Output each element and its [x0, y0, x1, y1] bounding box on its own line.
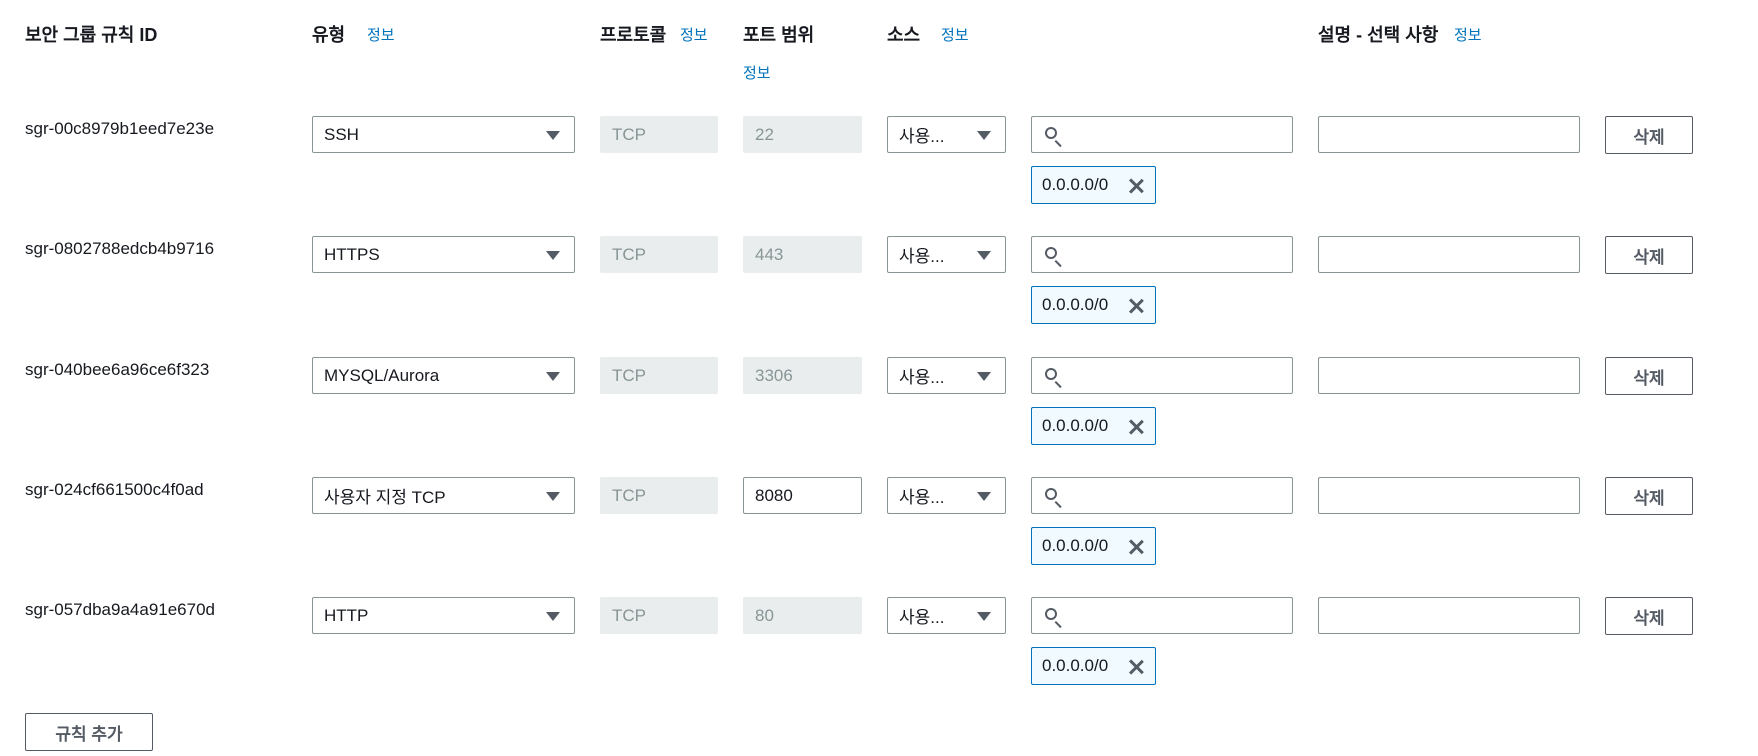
- description-input[interactable]: [1318, 236, 1580, 273]
- type-select[interactable]: SSH: [312, 116, 575, 153]
- search-icon: [1045, 368, 1057, 380]
- source-info-link[interactable]: 정보: [941, 24, 969, 45]
- source-search-input[interactable]: [1031, 236, 1293, 273]
- port-range-field: 3306: [743, 357, 862, 394]
- port-range-input[interactable]: 8080: [743, 477, 862, 514]
- source-type-select[interactable]: 사용...: [887, 116, 1006, 153]
- type-select-value: 사용자 지정 TCP: [324, 488, 446, 507]
- source-type-select[interactable]: 사용...: [887, 236, 1006, 273]
- rule-id: sgr-040bee6a96ce6f323: [25, 360, 210, 379]
- cidr-token: 0.0.0.0/0: [1031, 407, 1156, 445]
- delete-button[interactable]: 삭제: [1605, 477, 1693, 515]
- type-info-link[interactable]: 정보: [367, 24, 395, 45]
- source-search-input[interactable]: [1031, 116, 1293, 153]
- cidr-value: 0.0.0.0/0: [1042, 295, 1109, 314]
- header-port-range: 포트 범위: [743, 25, 815, 45]
- port-range-info-link[interactable]: 정보: [743, 62, 771, 83]
- rule-id: sgr-00c8979b1eed7e23e: [25, 119, 215, 138]
- caret-down-icon: [546, 131, 560, 140]
- rule-id: sgr-024cf661500c4f0ad: [25, 480, 204, 499]
- source-search-input[interactable]: [1031, 357, 1293, 394]
- port-range-field: 22: [743, 116, 862, 153]
- header-source: 소스: [887, 25, 921, 45]
- cidr-token: 0.0.0.0/0: [1031, 166, 1156, 204]
- protocol-field: TCP: [600, 597, 718, 634]
- close-icon[interactable]: [1127, 658, 1145, 676]
- caret-down-icon: [977, 131, 991, 140]
- source-search-input[interactable]: [1031, 477, 1293, 514]
- source-type-value: 사용...: [899, 368, 945, 387]
- delete-button[interactable]: 삭제: [1605, 357, 1693, 395]
- caret-down-icon: [546, 612, 560, 621]
- close-icon[interactable]: [1127, 418, 1145, 436]
- type-select[interactable]: MYSQL/Aurora: [312, 357, 575, 394]
- search-icon: [1045, 488, 1057, 500]
- search-icon: [1045, 247, 1057, 259]
- description-input[interactable]: [1318, 477, 1580, 514]
- description-input[interactable]: [1318, 116, 1580, 153]
- rule-id: sgr-0802788edcb4b9716: [25, 239, 215, 258]
- cidr-value: 0.0.0.0/0: [1042, 656, 1109, 675]
- protocol-field: TCP: [600, 477, 718, 514]
- delete-button[interactable]: 삭제: [1605, 236, 1693, 274]
- type-select[interactable]: HTTPS: [312, 236, 575, 273]
- header-protocol: 프로토콜: [600, 25, 667, 45]
- search-icon: [1045, 608, 1057, 620]
- delete-button[interactable]: 삭제: [1605, 116, 1693, 154]
- source-type-value: 사용...: [899, 247, 945, 266]
- type-select-value: SSH: [324, 124, 359, 144]
- caret-down-icon: [977, 612, 991, 621]
- caret-down-icon: [977, 251, 991, 260]
- source-search-input[interactable]: [1031, 597, 1293, 634]
- cidr-value: 0.0.0.0/0: [1042, 416, 1109, 435]
- type-select-value: MYSQL/Aurora: [324, 365, 440, 385]
- source-type-select[interactable]: 사용...: [887, 357, 1006, 394]
- cidr-token: 0.0.0.0/0: [1031, 286, 1156, 324]
- caret-down-icon: [977, 372, 991, 381]
- source-type-value: 사용...: [899, 127, 945, 146]
- description-input[interactable]: [1318, 597, 1580, 634]
- cidr-value: 0.0.0.0/0: [1042, 536, 1109, 555]
- protocol-field: TCP: [600, 116, 718, 153]
- port-range-field: 443: [743, 236, 862, 273]
- type-select-value: HTTP: [324, 605, 369, 625]
- caret-down-icon: [546, 372, 560, 381]
- close-icon[interactable]: [1127, 538, 1145, 556]
- header-description: 설명 - 선택 사항: [1318, 25, 1439, 45]
- protocol-field: TCP: [600, 236, 718, 273]
- caret-down-icon: [546, 251, 560, 260]
- type-select[interactable]: 사용자 지정 TCP: [312, 477, 575, 514]
- description-input[interactable]: [1318, 357, 1580, 394]
- caret-down-icon: [546, 492, 560, 501]
- description-info-link[interactable]: 정보: [1454, 24, 1482, 45]
- port-range-field: 80: [743, 597, 862, 634]
- caret-down-icon: [977, 492, 991, 501]
- add-rule-button[interactable]: 규칙 추가: [25, 713, 153, 751]
- close-icon[interactable]: [1127, 177, 1145, 195]
- source-type-value: 사용...: [899, 488, 945, 507]
- source-type-value: 사용...: [899, 608, 945, 627]
- close-icon[interactable]: [1127, 297, 1145, 315]
- header-rule-id: 보안 그룹 규칙 ID: [25, 25, 158, 45]
- source-type-select[interactable]: 사용...: [887, 597, 1006, 634]
- cidr-token: 0.0.0.0/0: [1031, 647, 1156, 685]
- delete-button[interactable]: 삭제: [1605, 597, 1693, 635]
- type-select[interactable]: HTTP: [312, 597, 575, 634]
- protocol-field: TCP: [600, 357, 718, 394]
- header-type: 유형: [312, 25, 346, 45]
- cidr-value: 0.0.0.0/0: [1042, 175, 1109, 194]
- rule-id: sgr-057dba9a4a91e670d: [25, 600, 216, 619]
- protocol-info-link[interactable]: 정보: [680, 24, 708, 45]
- source-type-select[interactable]: 사용...: [887, 477, 1006, 514]
- search-icon: [1045, 127, 1057, 139]
- cidr-token: 0.0.0.0/0: [1031, 527, 1156, 565]
- type-select-value: HTTPS: [324, 244, 380, 264]
